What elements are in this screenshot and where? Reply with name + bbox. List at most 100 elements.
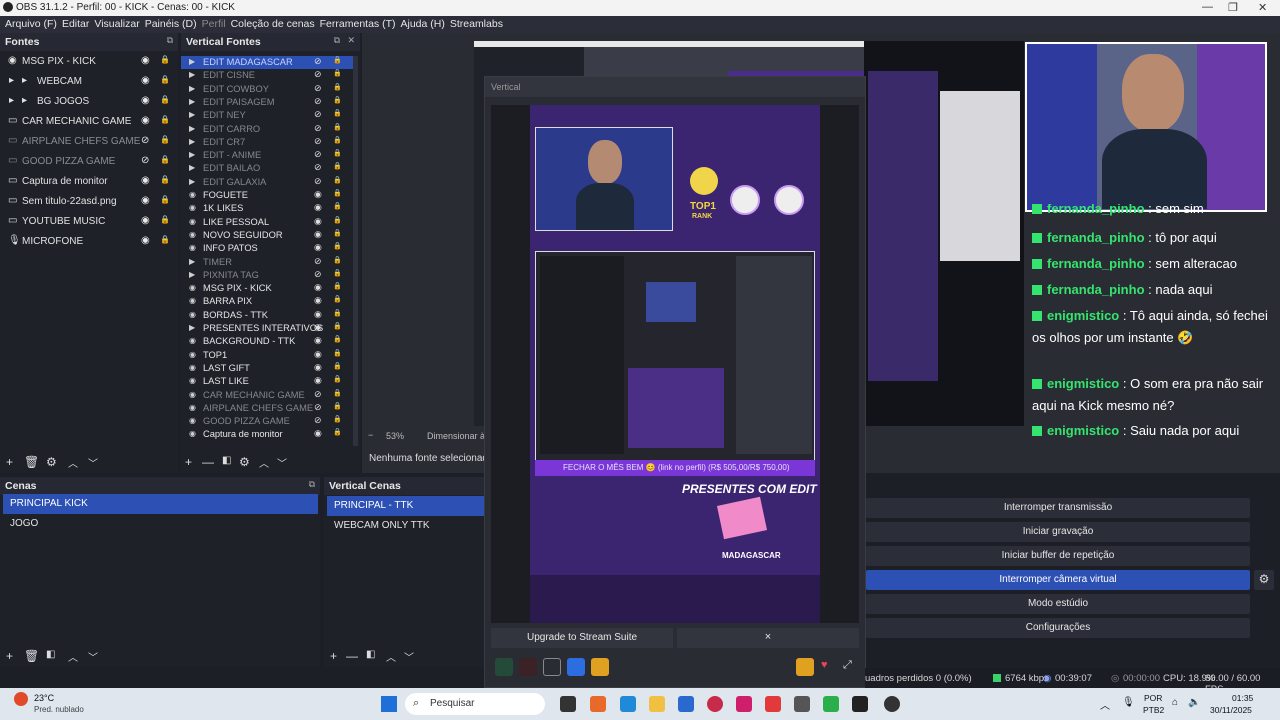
vertical-source-item[interactable]: ▶ EDIT CISNE ⊘ 🔒	[181, 69, 353, 82]
add-scene-icon[interactable]: +	[6, 649, 13, 663]
virtualcam-icon[interactable]	[591, 658, 609, 676]
add-source-icon[interactable]: +	[185, 455, 192, 469]
lock-icon[interactable]: 🔒	[333, 335, 342, 343]
lock-icon[interactable]: 🔒	[160, 215, 170, 224]
visibility-icon[interactable]: ⊘	[314, 69, 322, 80]
vertical-source-item[interactable]: ◉ NOVO SEGUIDOR ◉ 🔒	[181, 229, 353, 242]
move-up-icon[interactable]: ︿	[68, 455, 78, 470]
visibility-icon[interactable]: ⊘	[314, 83, 322, 94]
lock-icon[interactable]: 🔒	[333, 282, 342, 290]
vertical-source-item[interactable]: ◉ LAST GIFT ◉ 🔒	[181, 362, 353, 375]
lock-icon[interactable]: 🔒	[160, 55, 170, 64]
replay-icon[interactable]	[567, 658, 585, 676]
start-icon[interactable]	[381, 696, 397, 712]
menu-item[interactable]: Painéis (D)	[140, 16, 197, 30]
lock-icon[interactable]: 🔒	[333, 389, 342, 397]
filter-icon[interactable]: ◧	[46, 649, 55, 660]
vertical-source-item[interactable]: ◉ INFO PATOS ◉ 🔒	[181, 242, 353, 255]
close-icon[interactable]: ✕	[1258, 1, 1267, 14]
source-item[interactable]: ▭ Sem titulo-22asd.png ◉ 🔒	[0, 192, 178, 212]
record-icon[interactable]	[519, 658, 537, 676]
upgrade-button[interactable]: Upgrade to Stream Suite	[491, 628, 673, 648]
filter-icon[interactable]: ◧	[366, 649, 375, 660]
lock-icon[interactable]: 🔒	[160, 195, 170, 204]
remove-source-icon[interactable]: 🗑	[24, 455, 39, 469]
streamlabs-icon[interactable]	[823, 696, 839, 712]
lock-icon[interactable]: 🔒	[333, 295, 342, 303]
expand-icon[interactable]: ▸	[9, 75, 14, 86]
menu-item[interactable]: Ferramentas (T)	[315, 16, 396, 30]
menu-item[interactable]: Ajuda (H)	[395, 16, 444, 30]
vertical-source-item[interactable]: ◉ BARRA PIX ◉ 🔒	[181, 295, 353, 308]
source-item[interactable]: ▭ YOUTUBE MUSIC ◉ 🔒	[0, 212, 178, 232]
visibility-icon[interactable]: ◉	[314, 229, 322, 240]
source-item[interactable]: ▭ Captura de monitor ◉ 🔒	[0, 172, 178, 192]
lock-icon[interactable]: 🔒	[333, 216, 342, 224]
copilot-icon[interactable]	[590, 696, 606, 712]
visibility-icon[interactable]: ⊘	[141, 155, 149, 166]
visibility-icon[interactable]: ⊘	[314, 176, 322, 187]
source-item[interactable]: ▭ GOOD PIZZA GAME ⊘ 🔒	[0, 152, 178, 172]
vertical-scene-item[interactable]: WEBCAM ONLY TTK	[327, 516, 484, 536]
stream-icon[interactable]	[495, 658, 513, 676]
resize-label[interactable]: Dimensionar à j	[427, 431, 490, 441]
visibility-icon[interactable]: ⊘	[314, 136, 322, 147]
lock-icon[interactable]: 🔒	[333, 269, 342, 277]
volume-icon[interactable]: 🔈	[1188, 697, 1200, 708]
vertical-source-item[interactable]: ◉ BACKGROUND - TTK ◉ 🔒	[181, 335, 353, 348]
vertical-source-item[interactable]: ▶ EDIT CR7 ⊘ 🔒	[181, 136, 353, 149]
lock-icon[interactable]: 🔒	[333, 322, 342, 330]
visibility-icon[interactable]: ◉	[141, 195, 150, 206]
vertical-source-item[interactable]: ◉ AIRPLANE CHEFS GAME ⊘ 🔒	[181, 402, 353, 415]
share-icon[interactable]: ⤢	[843, 659, 852, 672]
source-settings-icon[interactable]: ⚙	[239, 455, 250, 469]
vertical-source-item[interactable]: ▶ EDIT PAISAGEM ⊘ 🔒	[181, 96, 353, 109]
scene-item[interactable]: JOGO	[3, 514, 318, 534]
control-button[interactable]: Interromper câmera virtual	[866, 570, 1250, 590]
visibility-icon[interactable]: ⊘	[314, 109, 322, 120]
keyboard-indicator[interactable]: PTB2	[1143, 705, 1164, 715]
visibility-icon[interactable]: ◉	[314, 309, 322, 320]
menu-item[interactable]: Arquivo (F)	[0, 16, 57, 30]
vertical-source-item[interactable]: ◉ GOOD PIZZA GAME ⊘ 🔒	[181, 415, 353, 428]
move-up-icon[interactable]: ︿	[68, 649, 78, 664]
vertical-source-item[interactable]: ▶ EDIT MADAGASCAR ⊘ 🔒	[181, 56, 353, 70]
control-button[interactable]: Interromper transmissão	[866, 498, 1250, 518]
lock-icon[interactable]: 🔒	[333, 242, 342, 250]
opera-icon[interactable]	[707, 696, 723, 712]
edge-icon[interactable]	[620, 696, 636, 712]
visibility-icon[interactable]: ◉	[141, 75, 150, 86]
visibility-icon[interactable]: ⊘	[314, 149, 322, 160]
lock-icon[interactable]: 🔒	[333, 149, 342, 157]
visibility-icon[interactable]: ⊘	[314, 402, 322, 413]
network-icon[interactable]: ⌂	[1172, 697, 1178, 708]
vertical-source-item[interactable]: ◉ BORDAS - TTK ◉ 🔒	[181, 309, 353, 322]
source-settings-icon[interactable]: ⚙	[46, 455, 57, 469]
lock-icon[interactable]: 🔒	[160, 175, 170, 184]
heart-icon[interactable]: ♥	[821, 659, 828, 671]
lock-icon[interactable]: 🔒	[160, 115, 170, 124]
vertical-source-item[interactable]: ◉ LAST LIKE ◉ 🔒	[181, 375, 353, 388]
clock-time[interactable]: 01:35	[1232, 693, 1253, 703]
text-app-icon[interactable]	[765, 696, 781, 712]
maximize-icon[interactable]: ❐	[1228, 1, 1238, 14]
vertical-source-item[interactable]: ▶ PRESENTES INTERATIVOS ◉ 🔒	[181, 322, 353, 335]
app-icon[interactable]	[794, 696, 810, 712]
vertical-source-item[interactable]: ◉ 1K LIKES ◉ 🔒	[181, 202, 353, 215]
lock-icon[interactable]: 🔒	[333, 109, 342, 117]
lock-icon[interactable]: 🔒	[160, 135, 170, 144]
lock-icon[interactable]: 🔒	[333, 136, 342, 144]
visibility-icon[interactable]: ◉	[314, 202, 322, 213]
capcut-icon[interactable]	[736, 696, 752, 712]
visibility-icon[interactable]: ⊘	[314, 162, 322, 173]
visibility-icon[interactable]: ◉	[141, 55, 150, 66]
remove-source-icon[interactable]: —	[202, 455, 214, 469]
lock-icon[interactable]: 🔒	[333, 256, 342, 264]
undock-icon[interactable]: ⧉	[334, 35, 340, 46]
visibility-icon[interactable]: ◉	[141, 175, 150, 186]
lock-icon[interactable]: 🔒	[160, 95, 170, 104]
vertical-source-item[interactable]: ▶ EDIT GALAXIA ⊘ 🔒	[181, 176, 353, 189]
control-button[interactable]: Configurações	[866, 618, 1250, 638]
visibility-icon[interactable]: ◉	[141, 115, 150, 126]
visibility-icon[interactable]: ◉	[314, 295, 322, 306]
